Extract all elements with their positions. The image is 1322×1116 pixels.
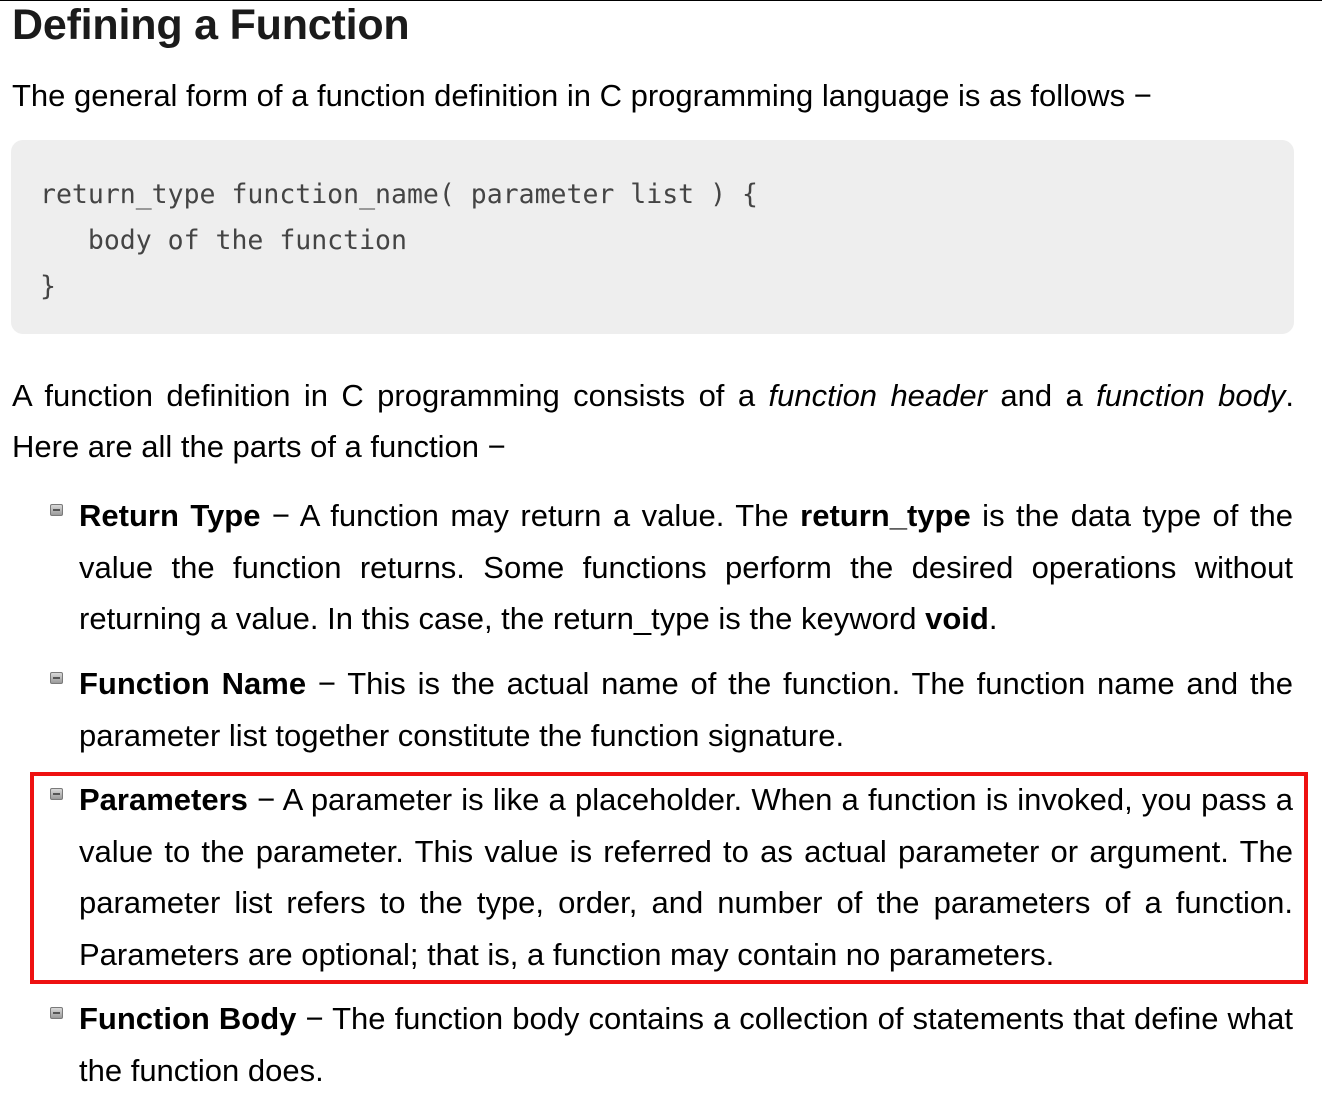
list-item-body: − A parameter is like a placeholder. Whe… (79, 782, 1293, 972)
bullet-icon (50, 788, 63, 800)
list-item-body: − A function may return a value. The (260, 498, 801, 533)
list-item-text: Function Name − This is the actual name … (79, 658, 1293, 761)
definition-text: and a (986, 378, 1097, 413)
definition-paragraph: A function definition in C programming c… (12, 370, 1294, 472)
list-item-text: Return Type − A function may return a va… (79, 490, 1293, 645)
code-line: return_type function_name( parameter lis… (40, 179, 758, 210)
code-line: body of the function (40, 225, 407, 256)
code-block: return_type function_name( parameter lis… (11, 140, 1294, 334)
list-item-term: Return Type (79, 498, 261, 533)
list-item-term: Parameters (79, 782, 248, 817)
list-item-body: . (988, 601, 998, 636)
intro-paragraph: The general form of a function definitio… (12, 78, 1152, 113)
page-title: Defining a Function (12, 1, 410, 49)
code-line: } (40, 271, 56, 302)
list-item-term: Function Name (79, 666, 307, 701)
void-keyword: void (925, 601, 989, 636)
function-body-emphasis: function body (1096, 378, 1286, 413)
list-item-text: Function Body − The function body contai… (79, 993, 1293, 1096)
bullet-icon (50, 672, 63, 684)
bullet-icon (50, 1007, 63, 1019)
function-header-emphasis: function header (768, 378, 987, 413)
return-type-keyword: return_type (800, 498, 971, 533)
bullet-icon (50, 504, 63, 516)
definition-text: A function definition in C programming c… (12, 378, 769, 413)
list-item-term: Function Body (79, 1001, 297, 1036)
list-item-text: Parameters − A parameter is like a place… (79, 774, 1293, 980)
